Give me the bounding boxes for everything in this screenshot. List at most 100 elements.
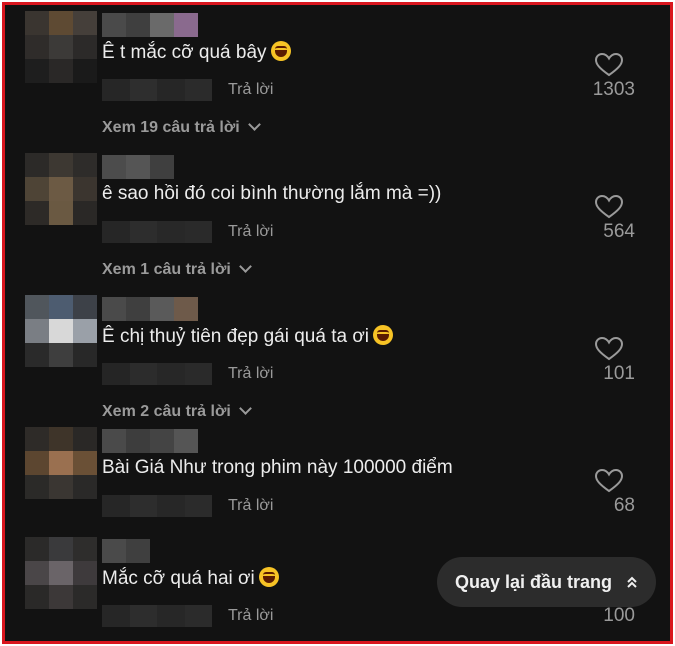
like-count: 101 [603,363,635,384]
username-blurred[interactable] [102,13,198,37]
comment-text: Ê chị thuỷ tiên đẹp gái quá ta ơi [102,325,394,348]
avatar-pixel [25,201,49,225]
avatar-pixel [49,451,73,475]
avatar-pixel [25,35,49,59]
back-to-top-label: Quay lại đầu trang [454,571,613,592]
avatar-pixel [73,451,97,475]
heart-icon[interactable] [595,53,623,77]
username-pixel [150,297,174,321]
avatar-pixel [25,475,49,499]
avatar-pixel [49,561,73,585]
username-pixel [126,539,150,563]
username-pixel [174,429,198,453]
timestamp-blurred [102,79,212,101]
heart-icon[interactable] [595,195,623,219]
timestamp-blurred [102,363,212,385]
reply-button[interactable]: Trả lời [228,497,273,515]
laughing-emoji-icon [373,325,394,345]
avatar-pixel [73,585,97,609]
username-pixel [150,13,174,37]
avatar-pixel [49,295,73,319]
avatar-pixel [25,585,49,609]
avatar[interactable] [25,427,97,499]
avatar[interactable] [25,11,97,83]
username-pixel [126,13,150,37]
comment-text: Bài Giá Như trong phim này 100000 điểm [102,457,453,478]
timestamp-blurred [102,605,212,627]
avatar-pixel [25,451,49,475]
avatar-pixel [25,153,49,177]
chevron-down-icon [238,402,252,415]
comment-text: Ê t mắc cỡ quá bây [102,41,291,64]
avatar-pixel [49,585,73,609]
avatar[interactable] [25,153,97,225]
avatar[interactable] [25,537,97,609]
username-pixel [102,297,126,321]
avatar-pixel [49,201,73,225]
like-count: 564 [603,221,635,242]
username-blurred[interactable] [102,539,150,563]
avatar-pixel [25,537,49,561]
avatar-pixel [73,343,97,367]
avatar-pixel [73,319,97,343]
avatar-pixel [73,177,97,201]
username-blurred[interactable] [102,155,174,179]
avatar-pixel [49,343,73,367]
double-chevron-up-icon [626,575,638,589]
avatar-pixel [49,177,73,201]
avatar-pixel [49,153,73,177]
avatar-pixel [49,537,73,561]
laughing-emoji-icon [258,567,279,587]
avatar-pixel [25,11,49,35]
comment-text: Mắc cỡ quá hai ơi [102,567,279,590]
reply-button[interactable]: Trả lời [228,607,273,625]
view-replies-button[interactable]: Xem 2 câu trả lời [102,402,252,421]
reply-button[interactable]: Trả lời [228,223,273,241]
avatar-pixel [73,35,97,59]
view-replies-button[interactable]: Xem 19 câu trả lời [102,118,261,137]
avatar-pixel [73,295,97,319]
username-blurred[interactable] [102,429,198,453]
username-pixel [126,155,150,179]
avatar-pixel [49,11,73,35]
chevron-down-icon [238,260,252,273]
timestamp-blurred [102,221,212,243]
avatar-pixel [49,59,73,83]
username-pixel [174,297,198,321]
reply-button[interactable]: Trả lời [228,365,273,383]
username-blurred[interactable] [102,297,198,321]
username-pixel [150,155,174,179]
comments-panel: Ê t mắc cỡ quá bây Trả lời 1303 Xem 19 c… [2,2,673,644]
username-pixel [102,13,126,37]
avatar-pixel [73,561,97,585]
avatar-pixel [25,177,49,201]
avatar-pixel [73,201,97,225]
username-pixel [150,429,174,453]
view-replies-button[interactable]: Xem 1 câu trả lời [102,260,252,279]
like-count: 68 [613,495,635,516]
avatar-pixel [49,319,73,343]
avatar-pixel [49,427,73,451]
avatar-pixel [25,561,49,585]
comment-text: ê sao hồi đó coi bình thường lắm mà =)) [102,183,442,204]
heart-icon[interactable] [595,469,623,493]
avatar-pixel [49,35,73,59]
username-pixel [174,13,198,37]
avatar-pixel [73,153,97,177]
avatar[interactable] [25,295,97,367]
like-count: 100 [603,605,635,626]
username-pixel [102,429,126,453]
chevron-down-icon [247,118,261,131]
avatar-pixel [25,427,49,451]
like-count: 1303 [592,79,635,100]
username-pixel [102,155,126,179]
avatar-pixel [73,475,97,499]
laughing-emoji-icon [270,41,291,61]
username-pixel [126,429,150,453]
avatar-pixel [73,427,97,451]
heart-icon[interactable] [595,337,623,361]
timestamp-blurred [102,495,212,517]
avatar-pixel [49,475,73,499]
reply-button[interactable]: Trả lời [228,81,273,99]
back-to-top-button[interactable]: Quay lại đầu trang [437,557,656,607]
